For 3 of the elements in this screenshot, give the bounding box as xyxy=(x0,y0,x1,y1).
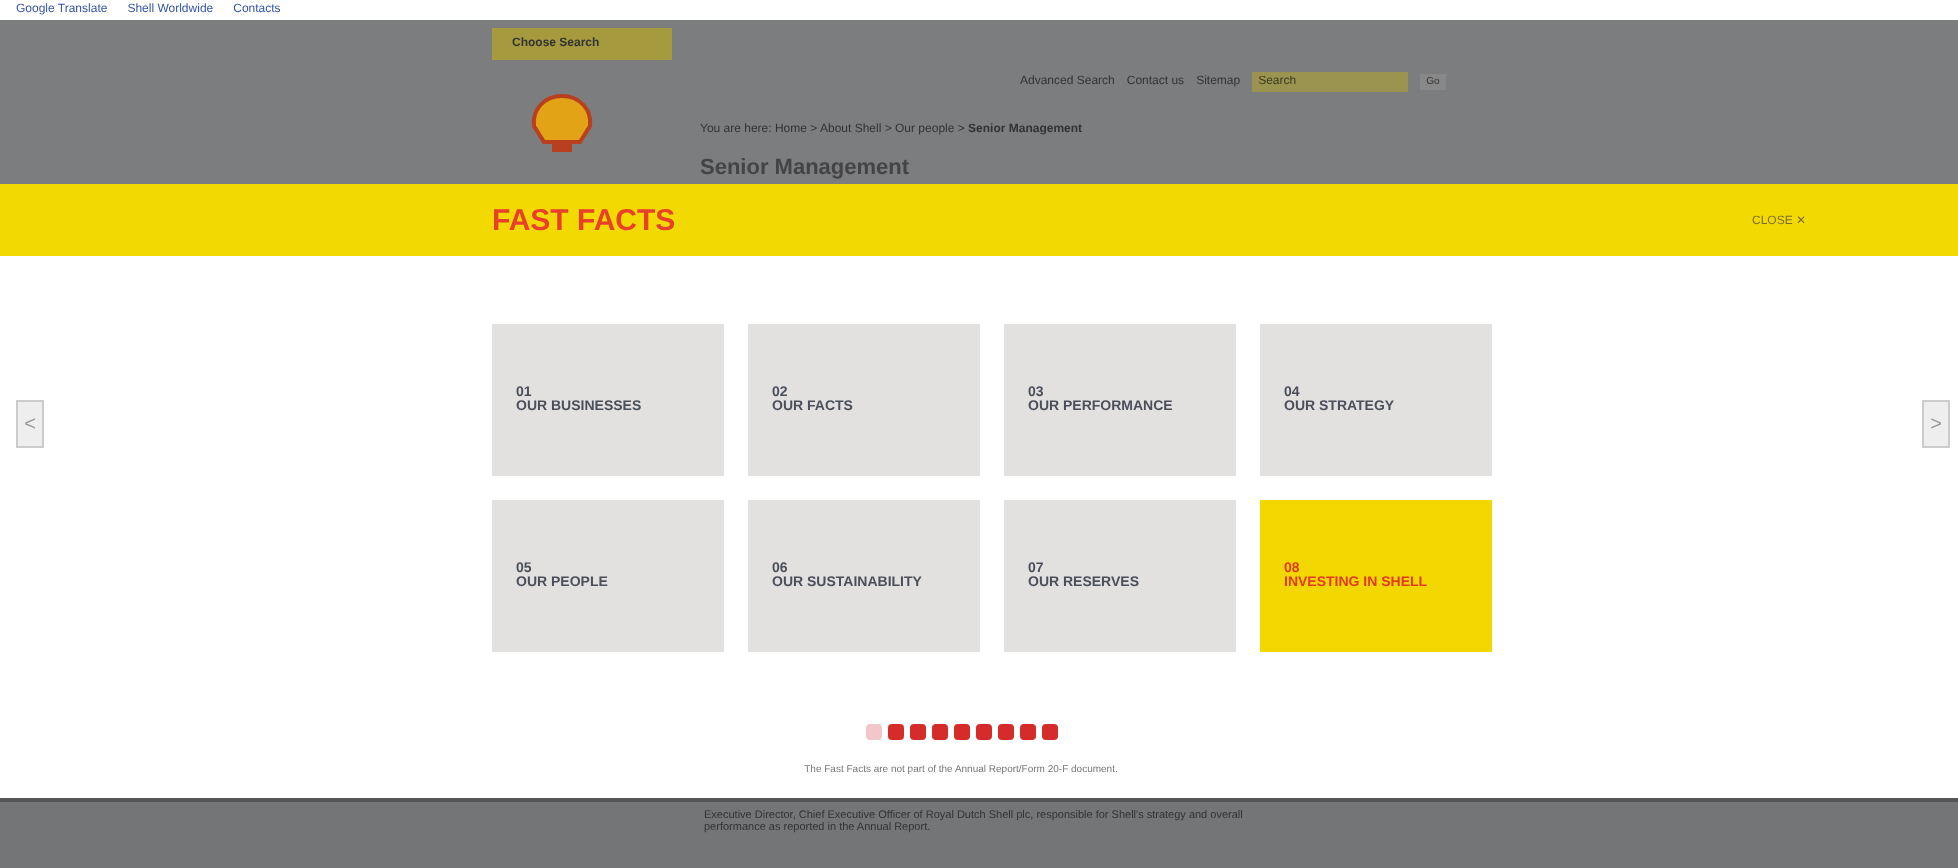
page-heading: Senior Management xyxy=(700,156,912,180)
shell-logo-icon xyxy=(528,92,596,156)
overlay-title: FAST FACTS xyxy=(492,203,676,237)
